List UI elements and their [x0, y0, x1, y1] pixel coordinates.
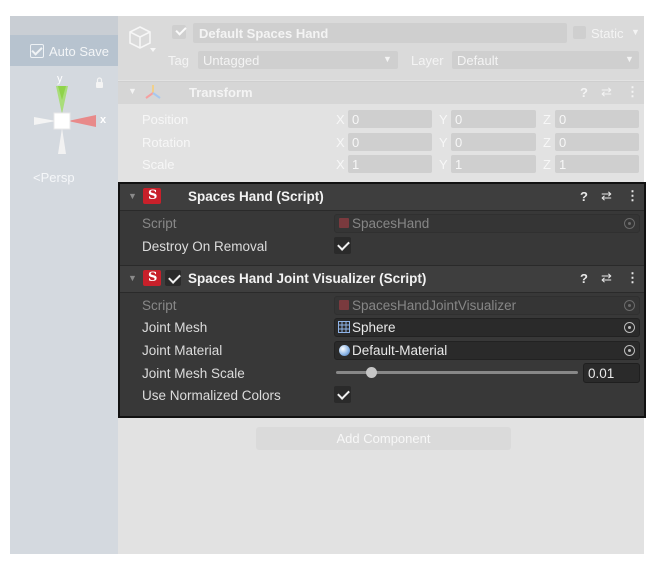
transform-title: Transform [189, 85, 253, 100]
gizmo-y-label: y [57, 73, 63, 85]
visualizer-title: Spaces Hand Joint Visualizer (Script) [188, 271, 427, 286]
gameobject-cube-icon [129, 26, 156, 52]
joint-material-picker-icon[interactable] [624, 345, 635, 356]
joint-mesh-scale-slider-thumb[interactable] [366, 367, 378, 378]
scale-x-value: 1 [352, 157, 360, 172]
static-dropdown-icon[interactable]: ▼ [631, 27, 640, 37]
visualizer-foldout-icon[interactable]: ▼ [128, 273, 137, 283]
position-y-axis-label: Y [439, 112, 448, 127]
rotation-y-value: 0 [455, 135, 463, 150]
rotation-z-value: 0 [559, 135, 567, 150]
position-z-field[interactable] [555, 110, 639, 128]
spaces-logo-glyph: S [148, 188, 158, 203]
joint-material-label: Joint Material [142, 343, 223, 358]
visualizer-script-target-icon [624, 300, 635, 311]
position-x-field[interactable] [348, 110, 432, 128]
visualizer-help-icon[interactable]: ? [580, 271, 588, 286]
auto-save-label: Auto Save [49, 44, 109, 59]
visualizer-presets-icon[interactable]: ⇄ [601, 270, 612, 286]
add-component-button[interactable]: Add Component [256, 427, 511, 450]
mesh-grid-icon [338, 321, 350, 333]
position-x-axis-label: X [336, 112, 345, 127]
visualizer-logo-glyph: S [148, 270, 158, 285]
spaces-hand-script-value: SpacesHand [352, 216, 430, 231]
gizmo-center-cube [53, 112, 71, 130]
projection-toggle[interactable]: <Persp [33, 170, 75, 185]
scene-view-toolbar [10, 16, 118, 35]
rotation-y-axis-label: Y [439, 135, 448, 150]
tag-chevron-down-icon: ▼ [383, 54, 392, 64]
rotation-x-axis-label: X [336, 135, 345, 150]
rotation-y-field[interactable] [451, 133, 536, 151]
layer-label: Layer [411, 53, 444, 68]
joint-mesh-value: Sphere [352, 320, 396, 335]
spaces-hand-title: Spaces Hand (Script) [188, 189, 324, 204]
transform-foldout-icon[interactable]: ▼ [128, 86, 137, 96]
tag-value: Untagged [203, 53, 260, 68]
position-label: Position [142, 112, 189, 127]
rotation-x-value: 0 [352, 135, 360, 150]
visualizer-script-value: SpacesHandJointVisualizer [352, 298, 517, 313]
position-y-field[interactable] [451, 110, 536, 128]
position-z-axis-label: Z [543, 112, 551, 127]
scale-z-value: 1 [559, 157, 567, 172]
joint-mesh-label: Joint Mesh [142, 320, 208, 335]
joint-mesh-scale-label: Joint Mesh Scale [142, 366, 245, 381]
position-z-value: 0 [559, 112, 567, 127]
transform-menu-icon[interactable]: ⋮ [626, 84, 639, 100]
visualizer-menu-icon[interactable]: ⋮ [626, 270, 639, 286]
visualizer-script-label: Script [142, 298, 177, 313]
static-label: Static [591, 26, 624, 41]
transform-axes-icon [145, 85, 161, 99]
object-name: Default Spaces Hand [199, 26, 329, 41]
scale-y-field[interactable] [451, 155, 536, 173]
scale-z-field[interactable] [555, 155, 639, 173]
gizmo-neg-x-axis [34, 117, 56, 125]
scale-y-axis-label: Y [439, 157, 448, 172]
gizmo-x-label: x [100, 114, 107, 126]
rotation-z-axis-label: Z [543, 135, 551, 150]
visualizer-script-file-icon [339, 300, 349, 310]
static-checkbox[interactable] [573, 26, 586, 39]
position-x-value: 0 [352, 112, 360, 127]
spaces-hand-script-target-icon [624, 218, 635, 229]
joint-material-value: Default-Material [352, 343, 448, 358]
spaces-hand-presets-icon[interactable]: ⇄ [601, 188, 612, 204]
layer-value: Default [457, 53, 499, 68]
scale-x-axis-label: X [336, 157, 345, 172]
position-y-value: 0 [455, 112, 463, 127]
spaces-hand-script-label: Script [142, 216, 177, 231]
tag-label: Tag [168, 53, 189, 68]
destroy-on-removal-label: Destroy On Removal [142, 239, 268, 254]
use-normalized-colors-label: Use Normalized Colors [142, 388, 281, 403]
layer-chevron-down-icon: ▼ [625, 54, 634, 64]
scale-label: Scale [142, 157, 175, 172]
rotation-z-field[interactable] [555, 133, 639, 151]
transform-help-icon[interactable]: ? [580, 85, 588, 100]
scale-y-value: 1 [455, 157, 463, 172]
spaces-hand-menu-icon[interactable]: ⋮ [626, 188, 639, 204]
script-file-icon [339, 218, 349, 228]
rotation-x-field[interactable] [348, 133, 432, 151]
joint-mesh-picker-icon[interactable] [624, 322, 635, 333]
gizmo-x-axis [68, 115, 96, 127]
gizmo-neg-y-axis [58, 128, 66, 154]
auto-save-checkbox[interactable] [30, 44, 44, 58]
transform-presets-icon[interactable]: ⇄ [601, 84, 612, 100]
spaces-hand-foldout-icon[interactable]: ▼ [128, 191, 137, 201]
scale-z-axis-label: Z [543, 157, 551, 172]
gizmo-lock-icon [96, 82, 103, 88]
scale-x-field[interactable] [348, 155, 432, 173]
material-sphere-icon [339, 345, 350, 356]
spaces-hand-help-icon[interactable]: ? [580, 189, 588, 204]
rotation-label: Rotation [142, 135, 191, 150]
joint-mesh-scale-value: 0.01 [588, 366, 615, 381]
